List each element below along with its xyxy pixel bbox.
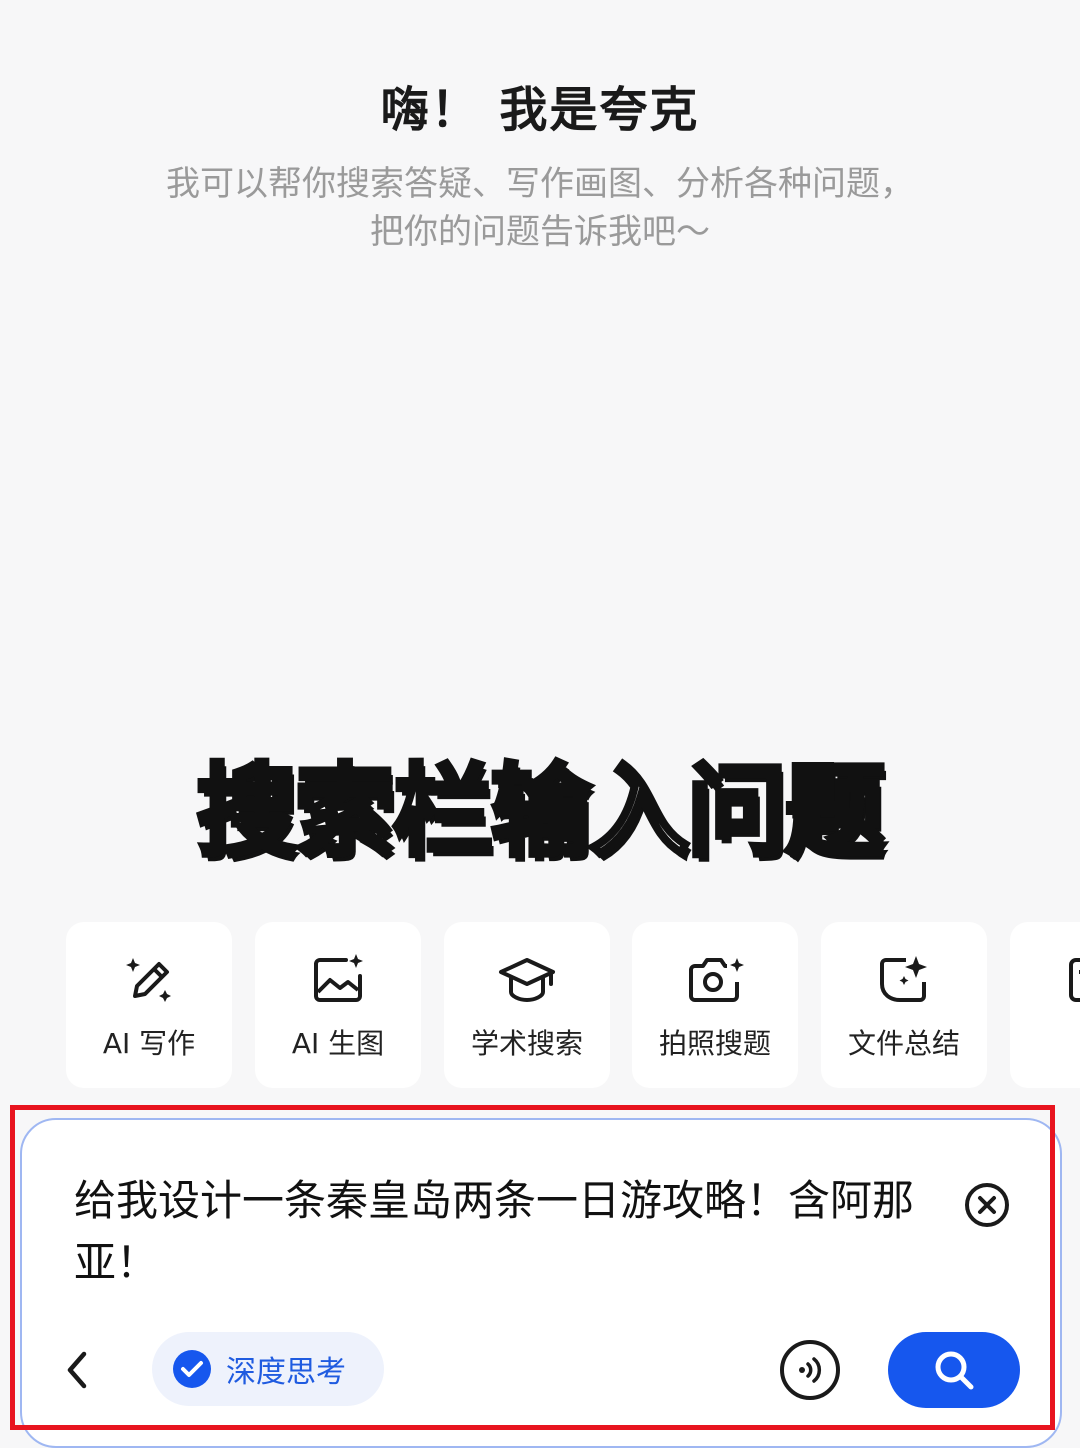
tool-label: AI 生图 [291,1027,385,1060]
greeting-title: 嗨！ 我是夸克 [380,82,700,138]
tool-shortcuts: AI 写作 AI 生图 学术搜索 拍照搜题 文件总结 [66,922,1080,1088]
tool-photo-search[interactable]: 拍照搜题 [632,922,798,1088]
tool-label: 拍照搜题 [658,1027,771,1060]
translate-icon [1069,958,1080,1002]
file-sparkle-icon [880,956,927,1002]
graduation-cap-icon [499,958,555,1003]
greeting-subtitle: 我可以帮你搜索答疑、写作画图、分析各种问题， 把你的问题告诉我吧～ [0,160,1080,256]
highlight-frame [10,1105,1055,1430]
tool-translate[interactable]: 翻 [1010,922,1080,1088]
tool-ai-image[interactable]: AI 生图 [255,922,421,1088]
magic-pen-icon [126,958,171,1002]
tool-label: AI 写作 [102,1027,196,1060]
tool-academic-search[interactable]: 学术搜索 [444,922,610,1088]
overlay-caption: 搜索栏输入问题 [195,751,888,873]
tool-label: 文件总结 [847,1027,960,1060]
camera-icon [689,958,744,1002]
tool-ai-writing[interactable]: AI 写作 [66,922,232,1088]
tool-label: 学术搜索 [470,1027,583,1060]
greeting-subtitle-line-2: 把你的问题告诉我吧～ [370,212,710,252]
tool-file-summary[interactable]: 文件总结 [821,922,987,1088]
image-sparkle-icon [314,954,363,1002]
greeting-subtitle-line-1: 我可以帮你搜索答疑、写作画图、分析各种问题， [166,164,914,204]
